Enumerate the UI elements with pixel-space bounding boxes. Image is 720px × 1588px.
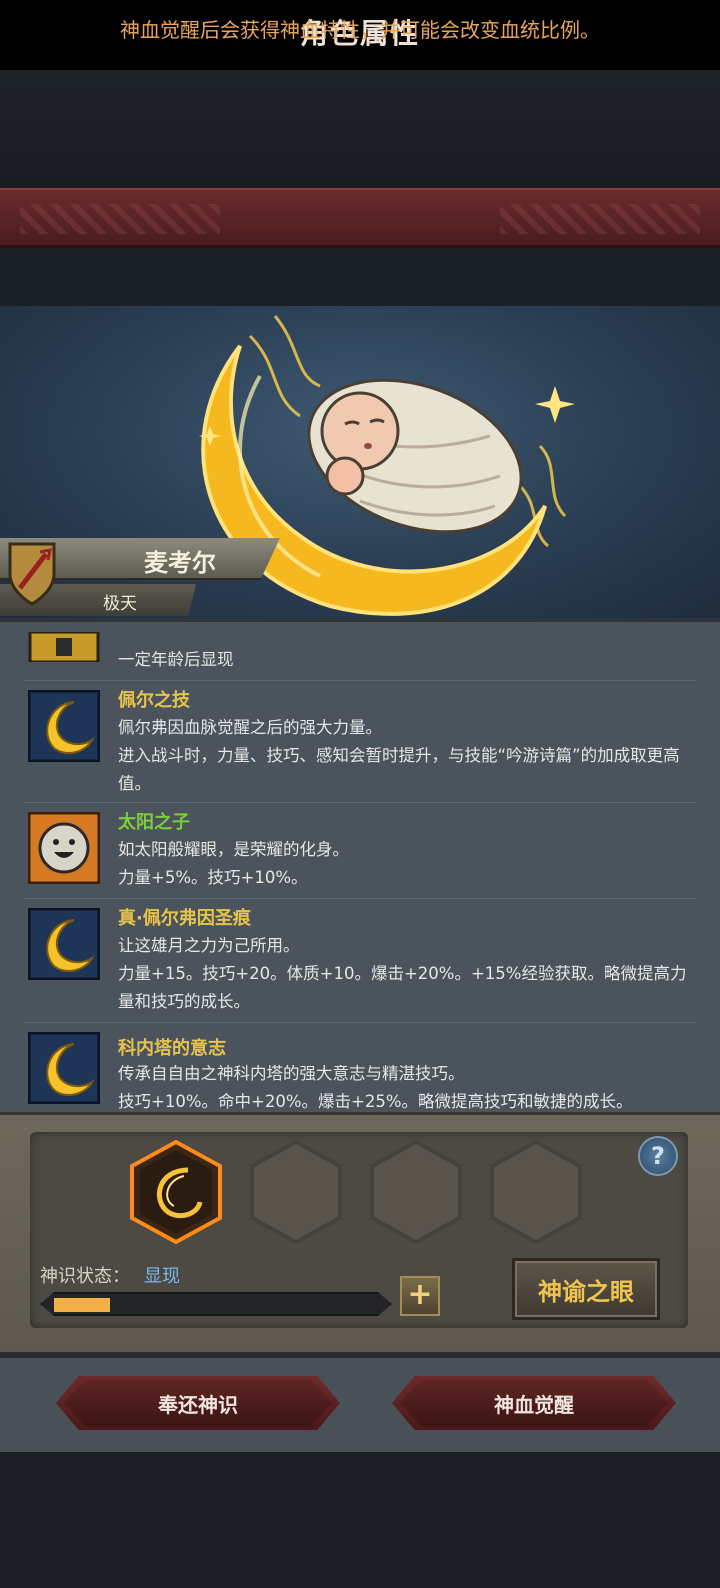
golden-moon-icon	[28, 908, 100, 980]
trait-desc: 传承自自由之神科内塔的强大意志与精湛技巧。 技巧+10%。命中+20%。爆击+2…	[118, 1064, 633, 1111]
hint-bar	[0, 248, 720, 306]
trait-desc: 让这雄月之力为己所用。 力量+15。技巧+20。体质+10。爆击+20%。+15…	[118, 936, 687, 1011]
progress-fill	[54, 1298, 110, 1312]
trait-desc: 佩尔弗因血脉觉醒之后的强大力量。 进入战斗时，力量、技巧、感知会暂时提升，与技能…	[118, 718, 680, 793]
divider	[24, 1022, 696, 1023]
trait-desc: 如太阳般耀眼，是荣耀的化身。 力量+5%。技巧+10%。	[118, 840, 349, 887]
awakening-slot-empty[interactable]	[248, 1140, 344, 1244]
oracle-eye-label[interactable]: 神谕之眼	[512, 1272, 660, 1307]
golden-moon-icon	[28, 1032, 100, 1104]
title-ornament-left	[20, 204, 220, 234]
divider	[24, 802, 696, 803]
golden-moon-icon	[28, 690, 100, 762]
smiling-sun-icon	[28, 812, 100, 884]
status-label: 神识状态：	[40, 1266, 130, 1287]
add-progress-button[interactable]: +	[400, 1276, 440, 1316]
awakening-progress-bar	[40, 1292, 392, 1316]
bottom-backdrop	[0, 1452, 720, 1588]
return-button-label[interactable]: 奉还神识	[56, 1389, 340, 1418]
divider	[24, 680, 696, 681]
title-ornament-right	[500, 204, 700, 234]
trait-list[interactable]: 一定年龄后显现 佩尔之技 佩尔弗因血脉觉醒之后的强大力量。 进入战斗时，力量、技…	[0, 618, 720, 1112]
divider	[24, 898, 696, 899]
class-shield-icon	[8, 542, 56, 606]
trait-name: 科内塔的意志	[118, 1038, 226, 1059]
trait-desc: 一定年龄后显现	[118, 650, 234, 669]
awakening-slot-active[interactable]	[128, 1140, 224, 1244]
locked-tower-icon	[28, 632, 100, 662]
title-bar	[0, 188, 720, 248]
trait-name: 佩尔之技	[118, 690, 190, 711]
hint-text: 神血觉醒后会获得神血特性，并可能会改变血统比例。	[120, 18, 600, 42]
trait-name: 真·佩尔弗因圣痕	[118, 908, 251, 929]
awakening-slot-empty[interactable]	[488, 1140, 584, 1244]
awakening-slot-empty[interactable]	[368, 1140, 464, 1244]
help-button[interactable]: ?	[638, 1136, 678, 1176]
header-backdrop	[0, 70, 720, 188]
status-value: 显现	[144, 1266, 180, 1287]
trait-name: 太阳之子	[118, 812, 190, 833]
character-rank: 极天	[103, 594, 137, 614]
character-name: 麦考尔	[144, 549, 216, 577]
awaken-button-label[interactable]: 神血觉醒	[392, 1389, 676, 1418]
